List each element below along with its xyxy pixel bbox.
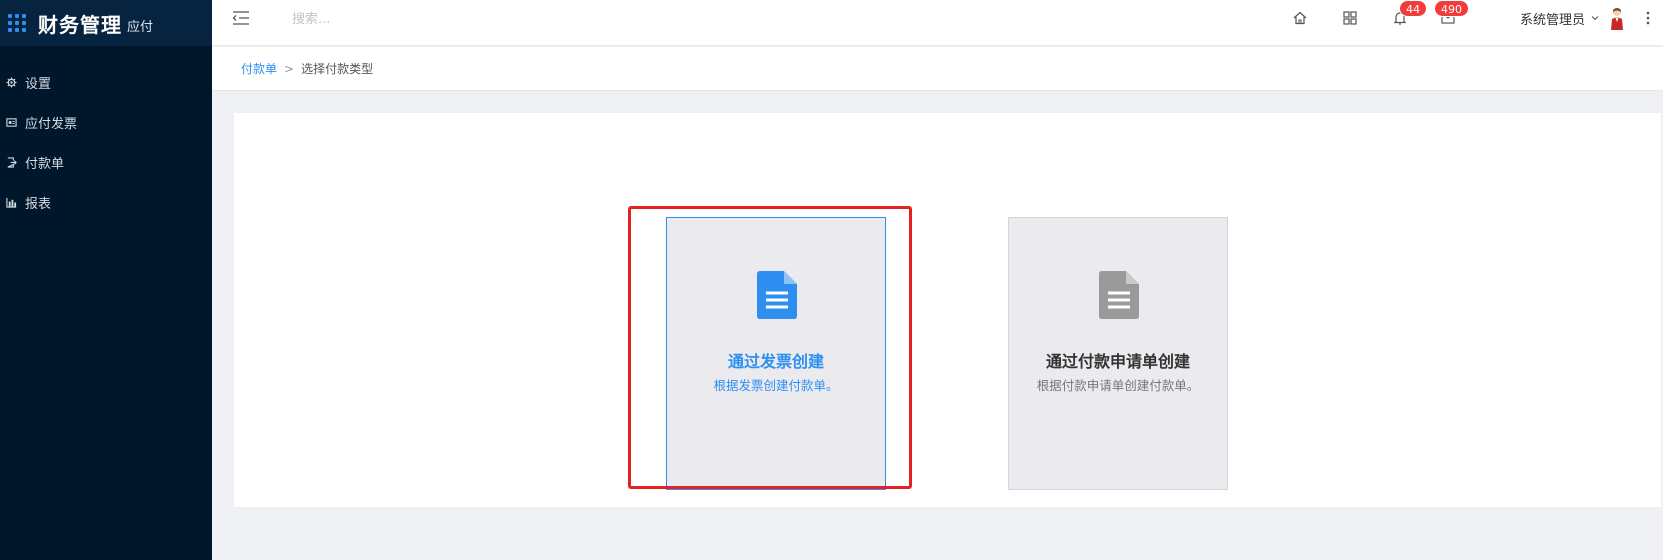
card-title: 通过发票创建 (727, 352, 824, 371)
gear-icon (6, 76, 17, 88)
sidebar: 财务管理 应付 设置 应付发票 付款单 报表 (0, 0, 212, 560)
card-create-from-invoice[interactable]: 通过发票创建 根据发票创建付款单。 (666, 217, 886, 490)
breadcrumb: 付款单 > 选择付款类型 (212, 47, 1663, 91)
bar-chart-icon (6, 197, 17, 208)
top-header: 44 490 系统管理员 (212, 0, 1663, 46)
brand-header: 财务管理 应付 (0, 0, 212, 46)
sidebar-item-reports[interactable]: 报表 (0, 182, 212, 222)
card-create-from-payment-request[interactable]: 通过付款申请单创建 根据付款申请单创建付款单。 (1008, 217, 1228, 490)
card-description: 根据发票创建付款单。 (713, 378, 839, 393)
payment-doc-icon (6, 156, 17, 168)
breadcrumb-separator: > (284, 61, 295, 76)
document-icon (757, 271, 797, 319)
sidebar-item-label: 设置 (25, 76, 52, 92)
apps-grid-icon[interactable] (1342, 10, 1358, 26)
bell-icon[interactable]: 44 (1392, 0, 1427, 26)
selection-panel: 通过发票创建 根据发票创建付款单。 通过付款申请单创建 根据付款申请单创建付款单… (234, 113, 1661, 507)
message-badge: 490 (1434, 0, 1469, 17)
home-icon[interactable] (1292, 10, 1308, 26)
more-vertical-icon[interactable] (1646, 10, 1650, 26)
user-menu[interactable]: 系统管理员 (1520, 0, 1625, 36)
menu-collapse-icon[interactable] (232, 10, 250, 25)
app-subtitle: 应付 (127, 19, 154, 35)
sidebar-item-invoices[interactable]: 应付发票 (0, 102, 212, 142)
app-title: 财务管理 (38, 12, 122, 37)
card-title: 通过付款申请单创建 (1045, 352, 1190, 371)
user-name: 系统管理员 (1520, 12, 1586, 28)
sidebar-item-label: 应付发票 (25, 116, 78, 132)
notification-badge: 44 (1399, 0, 1427, 17)
sidebar-item-payment[interactable]: 付款单 (0, 142, 212, 182)
breadcrumb-current: 选择付款类型 (301, 62, 374, 76)
card-description: 根据付款申请单创建付款单。 (1036, 378, 1200, 393)
sidebar-nav: 设置 应付发票 付款单 报表 (0, 62, 212, 222)
sidebar-item-settings[interactable]: 设置 (0, 62, 212, 102)
breadcrumb-link-payment[interactable]: 付款单 (241, 60, 277, 77)
invoice-icon (6, 117, 17, 128)
search-input[interactable] (292, 8, 492, 30)
app-grid-logo-icon (8, 14, 26, 32)
message-icon[interactable]: 490 (1434, 0, 1469, 26)
chevron-down-icon (1591, 16, 1599, 21)
avatar (1611, 8, 1624, 30)
sidebar-item-label: 付款单 (25, 156, 65, 172)
document-icon (1099, 271, 1139, 319)
sidebar-item-label: 报表 (25, 196, 52, 212)
